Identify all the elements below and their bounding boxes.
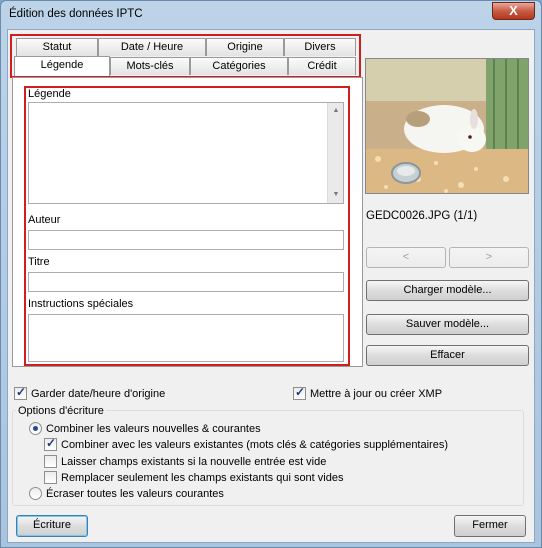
tab-categories[interactable]: Catégories	[190, 57, 288, 75]
tab-origine[interactable]: Origine	[206, 38, 284, 56]
leave-existing-checkbox[interactable]: Laisser champs existants si la nouvelle …	[44, 455, 326, 468]
rabbit-photo-thumbnail	[366, 59, 528, 193]
combine-new-label: Combiner les valeurs nouvelles & courant…	[46, 422, 261, 435]
titre-label: Titre	[28, 256, 50, 268]
tab-divers[interactable]: Divers	[284, 38, 356, 56]
replace-only-checkbox[interactable]: Remplacer seulement les champs existants…	[44, 471, 343, 484]
leave-existing-label: Laisser champs existants si la nouvelle …	[61, 455, 327, 468]
caption-fields-group: Légende ▲ ▼ Auteur Titre Instructions sp…	[24, 86, 350, 366]
iptc-dialog: Édition des données IPTC X Statut Date /…	[0, 0, 542, 548]
keep-date-checkbox[interactable]: Garder date/heure d'origine	[14, 385, 166, 400]
checkbox-unchecked-icon	[44, 455, 57, 468]
tab-statut[interactable]: Statut	[16, 38, 98, 56]
combine-existing-label: Combiner avec les valeurs existantes (mo…	[61, 438, 448, 451]
checkbox-checked-icon	[293, 385, 306, 400]
overwrite-all-label: Écraser toutes les valeurs courantes	[46, 487, 224, 500]
radio-selected-icon	[29, 422, 42, 435]
replace-only-label: Remplacer seulement les champs existants…	[61, 471, 344, 484]
tab-strip: Statut Date / Heure Origine Divers Légen…	[10, 34, 361, 78]
dialog-body: Statut Date / Heure Origine Divers Légen…	[7, 29, 535, 543]
legende-panel: Légende ▲ ▼ Auteur Titre Instructions sp…	[12, 77, 363, 367]
auteur-input[interactable]	[28, 230, 344, 250]
scroll-up-icon[interactable]: ▲	[328, 103, 344, 119]
titre-input[interactable]	[28, 272, 344, 292]
combine-existing-checkbox[interactable]: Combiner avec les valeurs existantes (mo…	[44, 436, 448, 451]
previous-image-button[interactable]: <	[366, 247, 446, 268]
combine-new-radio[interactable]: Combiner les valeurs nouvelles & courant…	[29, 422, 261, 435]
tab-legende[interactable]: Légende	[14, 56, 110, 76]
close-window-button[interactable]: X	[492, 2, 535, 20]
update-xmp-label: Mettre à jour ou créer XMP	[310, 387, 443, 400]
auteur-label: Auteur	[28, 214, 61, 226]
image-preview	[365, 58, 529, 194]
close-button[interactable]: Fermer	[454, 515, 526, 537]
tab-credit[interactable]: Crédit	[288, 57, 356, 75]
checkbox-unchecked-icon	[44, 471, 57, 484]
overwrite-all-radio[interactable]: Écraser toutes les valeurs courantes	[29, 487, 224, 500]
checkbox-checked-icon	[44, 436, 57, 451]
load-template-button[interactable]: Charger modèle...	[366, 280, 529, 301]
legende-label: Légende	[28, 88, 71, 100]
tab-mots-cles[interactable]: Mots-clés	[110, 57, 190, 75]
window-title: Édition des données IPTC	[9, 8, 143, 20]
write-options-title: Options d'écriture	[16, 405, 106, 417]
tab-date-heure[interactable]: Date / Heure	[98, 38, 206, 56]
legende-scrollbar[interactable]: ▲ ▼	[327, 103, 343, 203]
legende-textarea[interactable]: ▲ ▼	[28, 102, 344, 204]
next-image-button[interactable]: >	[449, 247, 529, 268]
update-xmp-checkbox[interactable]: Mettre à jour ou créer XMP	[293, 385, 443, 400]
title-bar: Édition des données IPTC X	[1, 1, 541, 27]
scroll-down-icon[interactable]: ▼	[328, 187, 344, 203]
instructions-textarea[interactable]	[28, 314, 344, 362]
write-button[interactable]: Écriture	[16, 515, 88, 537]
radio-unselected-icon	[29, 487, 42, 500]
instructions-label: Instructions spéciales	[28, 298, 134, 310]
image-filename: GEDC0026.JPG (1/1)	[366, 210, 478, 222]
clear-button[interactable]: Effacer	[366, 345, 529, 366]
save-template-button[interactable]: Sauver modèle...	[366, 314, 529, 335]
checkbox-checked-icon	[14, 385, 27, 400]
keep-date-label: Garder date/heure d'origine	[31, 387, 166, 400]
